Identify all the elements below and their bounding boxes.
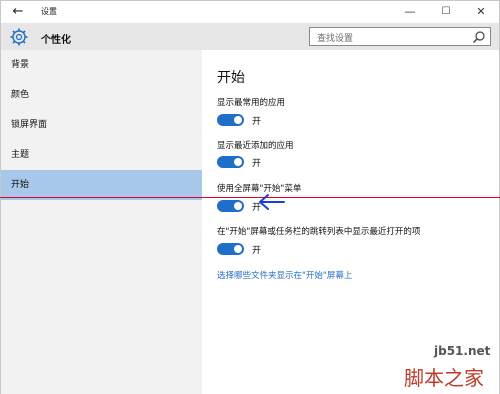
- sidebar-item-lock-screen[interactable]: 锁屏界面: [1, 110, 202, 140]
- minimize-button[interactable]: —: [392, 1, 428, 23]
- sidebar-item-colors[interactable]: 颜色: [1, 80, 202, 110]
- toggle-knob: [234, 116, 242, 124]
- toggle-knob: [234, 202, 242, 210]
- toggle-state-label: 开: [252, 117, 262, 127]
- annotation-red-line: [0, 197, 500, 198]
- sidebar: 背景 颜色 锁屏界面 主题 开始: [1, 50, 202, 394]
- close-button[interactable]: ✕: [463, 1, 499, 23]
- option-label-recent-items: 在"开始"屏幕或任务栏的跳转列表中显示最近打开的项: [217, 227, 421, 237]
- title-bar: ← 设置 — ☐ ✕: [1, 1, 499, 23]
- main-content: 开始 显示最常用的应用 开 显示最近添加的应用 开 使用全屏幕"开始"菜单 开 …: [202, 50, 499, 394]
- option-label-most-used: 显示最常用的应用: [217, 98, 286, 108]
- toggle-knob: [234, 158, 242, 166]
- toggle-state-label: 开: [252, 159, 262, 169]
- toggle-most-used[interactable]: [217, 114, 244, 126]
- toggle-knob: [234, 245, 242, 253]
- sidebar-item-start[interactable]: 开始: [1, 170, 202, 200]
- gear-icon: [10, 28, 28, 46]
- maximize-button[interactable]: ☐: [428, 1, 464, 23]
- choose-folders-link[interactable]: 选择哪些文件夹显示在"开始"屏幕上: [217, 269, 352, 281]
- sidebar-item-themes[interactable]: 主题: [1, 140, 202, 170]
- annotation-arrow-icon: [259, 194, 285, 210]
- toggle-state-label: 开: [252, 246, 262, 256]
- watermark-site: jb51.net: [434, 344, 491, 358]
- window-title: 设置: [41, 7, 57, 16]
- watermark-brand: 脚本之家: [404, 366, 484, 390]
- search-placeholder: 查找设置: [317, 34, 354, 44]
- toggle-recently-added[interactable]: [217, 156, 244, 168]
- page-title: 个性化: [41, 35, 71, 46]
- option-label-recently-added: 显示最近添加的应用: [217, 141, 294, 151]
- page-header: 个性化 查找设置: [1, 23, 499, 50]
- section-title: 开始: [217, 70, 245, 86]
- toggle-recent-items[interactable]: [217, 243, 244, 255]
- back-arrow-icon[interactable]: ←: [9, 3, 27, 21]
- search-icon[interactable]: [472, 30, 486, 44]
- toggle-fullscreen-start[interactable]: [217, 200, 244, 212]
- watermark: jb51.net 脚本之家: [374, 344, 500, 394]
- search-input[interactable]: 查找设置: [309, 27, 491, 46]
- sidebar-item-background[interactable]: 背景: [1, 50, 202, 80]
